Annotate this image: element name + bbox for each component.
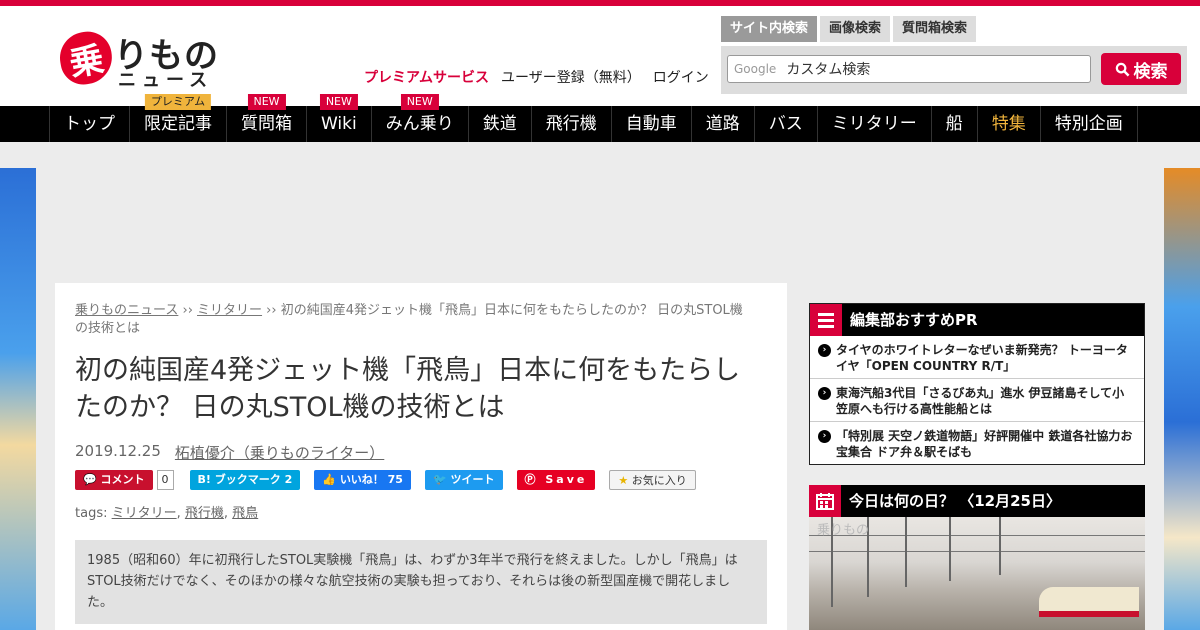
nav-item-ship[interactable]: 船 (930, 106, 977, 142)
right-side-ad[interactable] (1164, 168, 1200, 630)
pr-item[interactable]: › 東海汽船3代目「さるびあ丸」進水 伊豆諸島そして小笠原へも行ける高性能船とは (810, 379, 1144, 422)
tab-site-search[interactable]: サイト内検索 (721, 16, 818, 42)
article-author[interactable]: 柘植優介（乗りものライター） (175, 442, 384, 463)
breadcrumb-category[interactable]: ミリタリー (197, 303, 262, 318)
chevron-right-icon: › (818, 430, 831, 443)
main-nav: トップ プレミアム 限定記事 NEW 質問箱 NEW Wiki NEW みん乗り 鉄道 … (0, 94, 1200, 142)
tab-question-search[interactable]: 質問箱検索 (893, 16, 977, 42)
pr-item[interactable]: › 「特別展 天空ノ鉄道物語」好評開催中 鉄道各社協力お宝集合 ドア弁＆駅そばも (810, 422, 1144, 465)
search-button-label: 検索 (1133, 61, 1168, 82)
nav-item-question-box[interactable]: NEW 質問箱 (226, 94, 306, 142)
calendar-icon (809, 485, 841, 517)
tags-label: tags: (75, 506, 108, 521)
tab-image-search[interactable]: 画像検索 (820, 16, 891, 42)
search-tabs: サイト内検索 画像検索 質問箱検索 (721, 16, 977, 42)
thumbs-up-icon: 👍 (322, 473, 336, 486)
site-logo[interactable]: 乗 りもの ニュース (55, 27, 230, 91)
nav-item-car[interactable]: 自動車 (610, 106, 691, 142)
premium-badge: プレミアム (144, 94, 212, 110)
login-link[interactable]: ログイン (653, 67, 709, 87)
nav-item-premium-articles[interactable]: プレミアム 限定記事 (129, 94, 226, 142)
pinterest-save-button[interactable]: Ⓟ Save (516, 470, 596, 490)
site-header: 乗 りもの ニュース プレミアムサービス ユーザー登録（無料） ログイン サイト… (0, 6, 1200, 106)
new-badge: NEW (400, 94, 439, 110)
new-badge: NEW (247, 94, 286, 110)
search-button[interactable]: 検索 (1101, 53, 1181, 85)
comment-icon: 💬 (83, 473, 97, 486)
logo-badge: 乗 (55, 27, 117, 89)
pr-heading: 編集部おすすめPR (810, 304, 1144, 336)
premium-service-link[interactable]: プレミアムサービス (364, 67, 489, 87)
search-placeholder: カスタム検索 (786, 62, 871, 78)
left-side-ad[interactable] (0, 168, 36, 630)
favorite-button[interactable]: ★ お気に入り (609, 470, 696, 490)
nav-item-special[interactable]: 特別企画 (1039, 106, 1138, 142)
photo-watermark: 乗りもの (817, 523, 870, 538)
list-icon (810, 304, 842, 336)
article-main: 乗りものニュース ›› ミリタリー ›› 初の純国産4発ジェット機「飛鳥」日本に… (55, 283, 787, 630)
nav-item-bus[interactable]: バス (753, 106, 817, 142)
tweet-button[interactable]: 🐦 ツイート (424, 470, 503, 490)
google-label: Google (734, 62, 777, 76)
comment-button[interactable]: 💬 コメント (75, 470, 153, 490)
nav-item-top[interactable]: トップ (49, 106, 129, 142)
article-tags: tags: ミリタリー, 飛行機, 飛鳥 (75, 506, 259, 521)
facebook-like-button[interactable]: 👍 いいね！ 75 (314, 470, 411, 490)
chevron-right-icon: › (818, 344, 831, 357)
article-date: 2019.12.25 (75, 442, 161, 460)
breadcrumb-home[interactable]: 乗りものニュース (75, 303, 178, 318)
tag-link[interactable]: 飛行機 (185, 506, 224, 521)
nav-item-military[interactable]: ミリタリー (816, 106, 931, 142)
nav-item-wiki[interactable]: NEW Wiki (306, 94, 371, 142)
search-icon (1115, 62, 1129, 76)
hatena-bookmark-button[interactable]: B! ブックマーク 2 (189, 470, 301, 490)
register-link[interactable]: ユーザー登録（無料） (501, 67, 641, 87)
nav-items: トップ プレミアム 限定記事 NEW 質問箱 NEW Wiki NEW みん乗り 鉄道 … (49, 94, 1138, 142)
search-box: Google カスタム検索 検索 (721, 46, 1187, 94)
nav-item-road[interactable]: 道路 (690, 106, 754, 142)
pinterest-icon: Ⓟ (524, 473, 539, 486)
article-lead: 1985（昭和60）年に初飛行したSTOL実験機「飛鳥」は、わずか3年半で飛行を… (75, 540, 767, 624)
comment-count: 0 (156, 470, 174, 490)
new-badge: NEW (319, 94, 358, 110)
tag-link[interactable]: ミリタリー (112, 506, 177, 521)
today-in-history-box: 今日は何の日？ 〈12月25日〉 乗りもの (809, 485, 1145, 630)
logo-sub-text: ニュース (118, 70, 214, 91)
train-image (1039, 587, 1139, 617)
header-links: プレミアムサービス ユーザー登録（無料） ログイン (364, 67, 709, 87)
today-photo[interactable]: 乗りもの (809, 517, 1145, 630)
nav-item-aircraft[interactable]: 飛行機 (530, 106, 611, 142)
chevron-right-icon: › (818, 387, 831, 400)
star-icon: ★ (618, 474, 629, 487)
today-heading: 今日は何の日？ 〈12月25日〉 (809, 485, 1145, 517)
article-meta: 2019.12.25 柘植優介（乗りものライター） (75, 442, 384, 463)
article-title: 初の純国産4発ジェット機「飛鳥」日本に何をもたらしたのか？ 日の丸STOL機の技… (75, 355, 741, 423)
nav-item-features[interactable]: 特集 (976, 106, 1040, 142)
pr-item[interactable]: › タイヤのホワイトレターなぜいま新発売？ トーヨータイヤ「OPEN COUNTR… (810, 336, 1144, 379)
search-input[interactable]: Google カスタム検索 (727, 55, 1091, 83)
twitter-bird-icon: 🐦 (432, 473, 447, 486)
editor-pr-box: 編集部おすすめPR › タイヤのホワイトレターなぜいま新発売？ トーヨータイヤ「O… (809, 303, 1145, 465)
nav-item-minnori[interactable]: NEW みん乗り (370, 94, 468, 142)
share-buttons: 💬 コメント 0 B! ブックマーク 2 👍 いいね！ 75 🐦 ツイート Ⓟ … (75, 470, 696, 490)
breadcrumb: 乗りものニュース ›› ミリタリー ›› 初の純国産4発ジェット機「飛鳥」日本に… (75, 303, 743, 336)
tag-link[interactable]: 飛鳥 (232, 506, 258, 521)
nav-item-railway[interactable]: 鉄道 (467, 106, 531, 142)
